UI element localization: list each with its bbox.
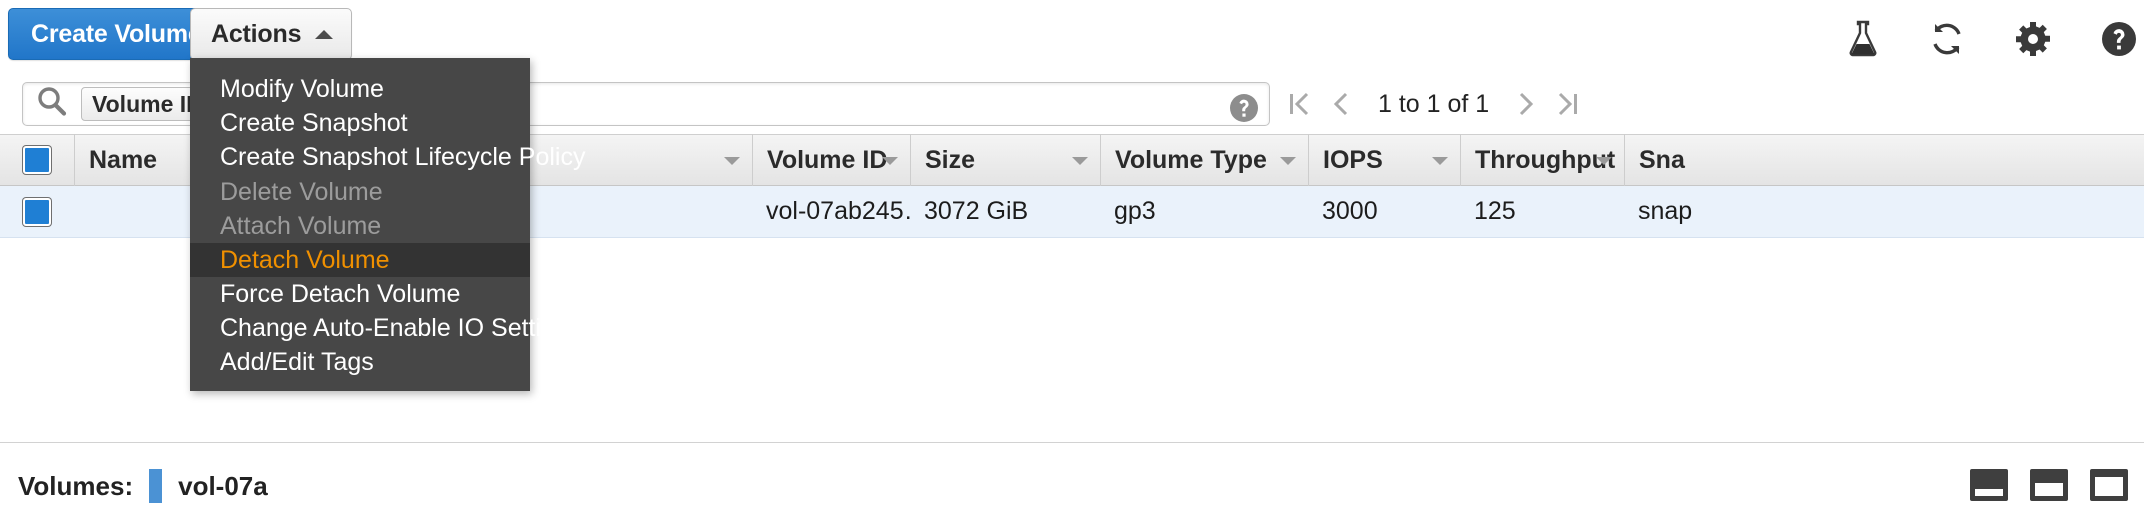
column-label: Name <box>89 145 158 174</box>
accent-bar <box>149 469 163 503</box>
next-page-icon[interactable] <box>1505 80 1547 128</box>
view-toggle-group <box>1970 469 2128 501</box>
cell-iops: 3000 <box>1322 197 1378 225</box>
sort-arrow-icon[interactable] <box>882 157 898 165</box>
search-help-icon[interactable] <box>1228 92 1260 129</box>
gear-icon[interactable] <box>2014 20 2052 58</box>
select-all-header[interactable] <box>0 134 74 186</box>
panel-size-medium-icon[interactable] <box>2030 469 2068 501</box>
bottom-bar-label: Volumes: <box>18 470 134 501</box>
column-header-throughput[interactable]: Throughput <box>1460 134 1624 186</box>
actions-button[interactable]: Actions <box>190 8 353 60</box>
first-page-icon[interactable] <box>1278 80 1320 128</box>
bottom-bar-title: Volumes: vol-07a <box>18 469 268 503</box>
menu-item-force-detach-volume[interactable]: Force Detach Volume <box>190 277 530 311</box>
menu-item-attach-volume: Attach Volume <box>220 211 382 240</box>
select-all-checkbox[interactable] <box>23 146 51 174</box>
cell-size: 3072 GiB <box>924 197 1029 225</box>
pagination: 1 to 1 of 1 <box>1278 80 1589 128</box>
menu-item-modify-volume[interactable]: Modify Volume <box>190 72 530 106</box>
menu-item-create-snapshot[interactable]: Create Snapshot <box>190 106 530 140</box>
panel-size-small-icon[interactable] <box>1970 469 2008 501</box>
sort-arrow-icon[interactable] <box>1432 157 1448 165</box>
column-label: Throughput <box>1475 145 1616 174</box>
cell-volume-id: vol-07ab245… <box>766 197 910 225</box>
help-circle-icon[interactable] <box>2100 20 2138 58</box>
cell-snapshot: snap <box>1638 197 1693 225</box>
menu-item-detach-volume[interactable]: Detach Volume <box>190 243 530 277</box>
column-label: Volume Type <box>1115 145 1267 174</box>
sort-arrow-icon[interactable] <box>1280 157 1296 165</box>
chevron-up-icon <box>315 29 334 39</box>
column-header-volume-type[interactable]: Volume Type <box>1100 134 1308 186</box>
last-page-icon[interactable] <box>1547 80 1589 128</box>
bottom-bar-volume-id: vol-07a <box>178 470 268 501</box>
menu-item-create-snapshot-lifecycle-policy[interactable]: Create Snapshot Lifecycle Policy <box>190 140 585 174</box>
sort-arrow-icon[interactable] <box>724 157 740 165</box>
bottom-detail-bar: Volumes: vol-07a <box>0 442 2144 532</box>
column-header-size[interactable]: Size <box>910 134 1100 186</box>
previous-page-icon[interactable] <box>1320 80 1362 128</box>
sort-arrow-icon[interactable] <box>1072 157 1088 165</box>
toolbar-icon-group <box>1846 20 2138 58</box>
flask-icon[interactable] <box>1846 20 1880 58</box>
column-header-iops[interactable]: IOPS <box>1308 134 1460 186</box>
panel-size-large-icon[interactable] <box>2090 469 2128 501</box>
actions-dropdown-menu: Modify Volume Create Snapshot Create Sna… <box>190 58 585 391</box>
cell-throughput: 125 <box>1474 197 1516 225</box>
column-label: Volume ID <box>767 145 888 174</box>
menu-item-change-auto-enable-io-setting[interactable]: Change Auto-Enable IO Setting <box>190 311 569 345</box>
row-checkbox[interactable] <box>23 197 51 226</box>
actions-button-label: Actions <box>211 19 302 48</box>
pagination-range: 1 to 1 of 1 <box>1378 89 1490 118</box>
menu-item-delete-volume: Delete Volume <box>220 177 383 206</box>
row-select-cell[interactable] <box>0 186 74 238</box>
column-label: Size <box>925 145 976 174</box>
cell-volume-type: gp3 <box>1114 197 1156 225</box>
sort-arrow-icon[interactable] <box>1596 157 1612 165</box>
menu-item-add-edit-tags[interactable]: Add/Edit Tags <box>190 345 530 379</box>
column-header-volume-id[interactable]: Volume ID <box>752 134 910 186</box>
refresh-icon[interactable] <box>1928 20 1966 58</box>
column-header-snapshot[interactable]: Sna <box>1624 134 2144 186</box>
search-icon <box>35 85 69 124</box>
column-label: IOPS <box>1323 145 1383 174</box>
column-label: Sna <box>1639 145 1685 174</box>
